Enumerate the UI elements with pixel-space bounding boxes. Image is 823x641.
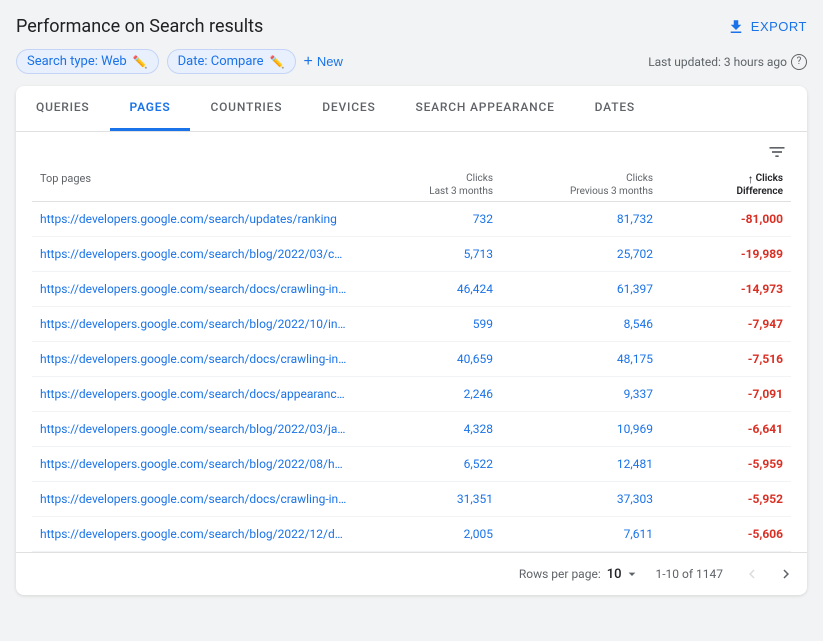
table-row: https://developers.google.com/search/blo… (32, 237, 791, 272)
clicks-prev: 48,175 (493, 352, 653, 366)
page-url[interactable]: https://developers.google.com/search/upd… (40, 212, 363, 226)
table-row: https://developers.google.com/search/blo… (32, 307, 791, 342)
last-updated: Last updated: 3 hours ago ? (648, 54, 807, 70)
col-header-clicks-prev: Clicks Previous 3 months (493, 172, 653, 197)
info-icon[interactable]: ? (791, 54, 807, 70)
new-filter-button[interactable]: + New (304, 54, 343, 70)
main-card: QUERIES PAGES COUNTRIES DEVICES SEARCH A… (16, 86, 807, 595)
page-url[interactable]: https://developers.google.com/search/blo… (40, 422, 363, 436)
table-row: https://developers.google.com/search/blo… (32, 517, 791, 552)
clicks-prev: 9,337 (493, 387, 653, 401)
table-row: https://developers.google.com/search/blo… (32, 447, 791, 482)
chevron-right-icon (777, 565, 795, 583)
rows-per-page-select[interactable]: 10 (607, 566, 640, 582)
page-url[interactable]: https://developers.google.com/search/blo… (40, 527, 363, 541)
clicks-prev: 61,397 (493, 282, 653, 296)
search-type-filter[interactable]: Search type: Web ✏️ (16, 49, 159, 74)
tabs-row: QUERIES PAGES COUNTRIES DEVICES SEARCH A… (16, 86, 807, 132)
clicks-prev: 10,969 (493, 422, 653, 436)
edit-icon: ✏️ (270, 55, 285, 69)
clicks-diff: -7,947 (653, 317, 783, 331)
tab-devices[interactable]: DEVICES (302, 86, 395, 131)
clicks-diff: -19,989 (653, 247, 783, 261)
clicks-last: 40,659 (363, 352, 493, 366)
table-row: https://developers.google.com/search/doc… (32, 482, 791, 517)
prev-page-button[interactable] (739, 563, 765, 585)
clicks-prev: 25,702 (493, 247, 653, 261)
table-row: https://developers.google.com/search/doc… (32, 342, 791, 377)
plus-icon: + (304, 54, 313, 70)
clicks-last: 599 (363, 317, 493, 331)
clicks-diff: -7,516 (653, 352, 783, 366)
clicks-diff: -14,973 (653, 282, 783, 296)
table-row: https://developers.google.com/search/doc… (32, 272, 791, 307)
table-area: Top pages Clicks Last 3 months Clicks Pr… (16, 132, 807, 552)
tab-search-appearance[interactable]: SEARCH APPEARANCE (396, 86, 575, 131)
clicks-prev: 37,303 (493, 492, 653, 506)
col-header-clicks-last: Clicks Last 3 months (363, 172, 493, 197)
tab-countries[interactable]: COUNTRIES (190, 86, 302, 131)
clicks-last: 2,005 (363, 527, 493, 541)
clicks-last: 2,246 (363, 387, 493, 401)
clicks-prev: 7,611 (493, 527, 653, 541)
page-url[interactable]: https://developers.google.com/search/blo… (40, 247, 363, 261)
clicks-last: 4,328 (363, 422, 493, 436)
clicks-last: 46,424 (363, 282, 493, 296)
chevron-left-icon (743, 565, 761, 583)
clicks-diff: -81,000 (653, 212, 783, 226)
page-url[interactable]: https://developers.google.com/search/blo… (40, 457, 363, 471)
filter-icon[interactable] (767, 142, 787, 162)
page-url[interactable]: https://developers.google.com/search/doc… (40, 492, 363, 506)
table-rows-container: https://developers.google.com/search/upd… (32, 202, 791, 552)
tab-pages[interactable]: PAGES (110, 86, 191, 131)
clicks-last: 31,351 (363, 492, 493, 506)
col-header-clicks-diff: ↑ Clicks Difference (653, 172, 783, 197)
page-url[interactable]: https://developers.google.com/search/doc… (40, 282, 363, 296)
export-button[interactable]: EXPORT (727, 18, 807, 36)
clicks-last: 6,522 (363, 457, 493, 471)
page-title: Performance on Search results (16, 16, 263, 37)
clicks-diff: -5,606 (653, 527, 783, 541)
clicks-diff: -7,091 (653, 387, 783, 401)
tab-dates[interactable]: DATES (575, 86, 655, 131)
page-url[interactable]: https://developers.google.com/search/doc… (40, 387, 363, 401)
clicks-prev: 12,481 (493, 457, 653, 471)
table-row: https://developers.google.com/search/upd… (32, 202, 791, 237)
page-range: 1-10 of 1147 (656, 567, 724, 581)
chevron-down-icon (624, 566, 640, 582)
clicks-prev: 81,732 (493, 212, 653, 226)
edit-icon: ✏️ (133, 55, 148, 69)
page-url[interactable]: https://developers.google.com/search/blo… (40, 317, 363, 331)
pagination-row: Rows per page: 10 1-10 of 1147 (16, 552, 807, 595)
col-header-url: Top pages (40, 172, 363, 197)
clicks-diff: -5,959 (653, 457, 783, 471)
clicks-last: 732 (363, 212, 493, 226)
clicks-diff: -6,641 (653, 422, 783, 436)
download-icon (727, 18, 745, 36)
clicks-last: 5,713 (363, 247, 493, 261)
clicks-prev: 8,546 (493, 317, 653, 331)
date-filter[interactable]: Date: Compare ✏️ (167, 49, 296, 74)
page-url[interactable]: https://developers.google.com/search/doc… (40, 352, 363, 366)
table-row: https://developers.google.com/search/blo… (32, 412, 791, 447)
table-row: https://developers.google.com/search/doc… (32, 377, 791, 412)
tab-queries[interactable]: QUERIES (16, 86, 110, 131)
next-page-button[interactable] (773, 563, 799, 585)
rows-per-page-label: Rows per page: (519, 567, 601, 581)
clicks-diff: -5,952 (653, 492, 783, 506)
